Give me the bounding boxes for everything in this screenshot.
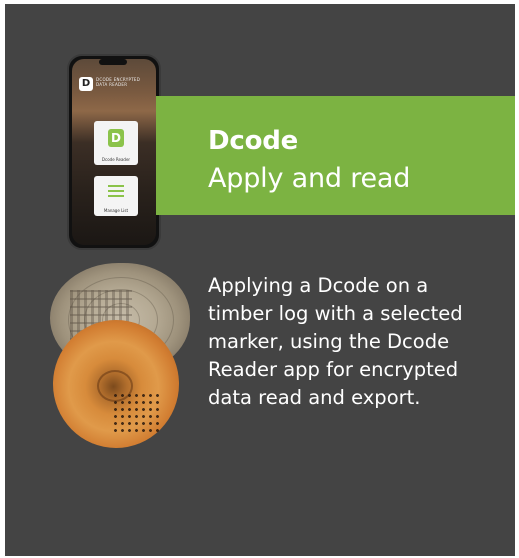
list-icon-line bbox=[108, 190, 124, 192]
description-text: Applying a Dcode on a timber log with a … bbox=[208, 274, 463, 409]
band-subtitle: Apply and read bbox=[208, 163, 411, 194]
phone-screen: D DCODE ENCRYPTED DATA READER D Dcode Re… bbox=[72, 59, 156, 245]
list-icon bbox=[108, 185, 124, 187]
manage-list-label: Manage List bbox=[103, 208, 129, 213]
dcode-reader-icon: D bbox=[108, 129, 124, 147]
app-title: DCODE ENCRYPTED DATA READER bbox=[96, 77, 141, 87]
manage-list-tile: Manage List bbox=[94, 176, 138, 216]
band-title: Dcode bbox=[208, 126, 299, 156]
list-icon-line bbox=[108, 195, 124, 197]
phone-notch bbox=[99, 59, 127, 65]
phone-image: D DCODE ENCRYPTED DATA READER D Dcode Re… bbox=[67, 54, 161, 250]
dcode-reader-label: Dcode Reader bbox=[101, 157, 131, 162]
dcode-reader-tile: D Dcode Reader bbox=[94, 121, 138, 165]
app-logo-icon: D bbox=[79, 77, 93, 91]
dcode-dot-pattern bbox=[112, 392, 162, 432]
